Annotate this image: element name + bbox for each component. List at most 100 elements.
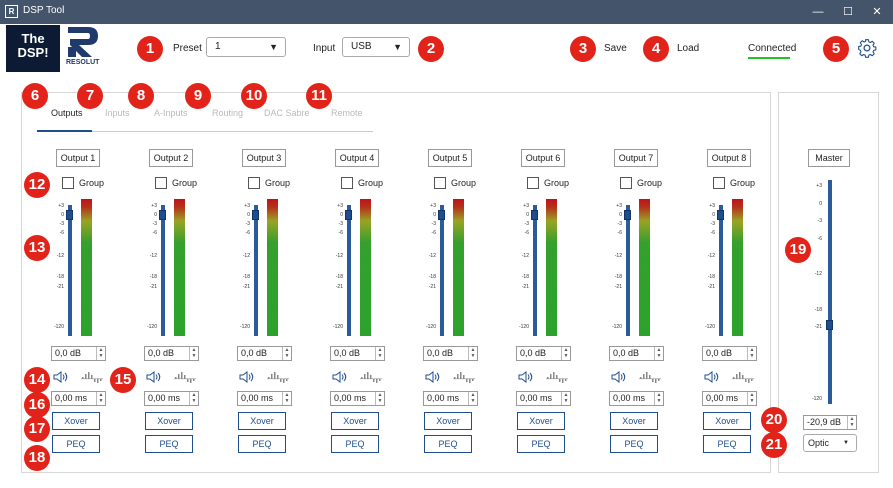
- stepper-arrows-icon[interactable]: ▲ ▼: [561, 392, 570, 405]
- group-checkbox[interactable]: [713, 177, 725, 189]
- output-button[interactable]: Output 6: [521, 149, 565, 167]
- phase-invert-icon[interactable]: [267, 371, 289, 383]
- phase-invert-icon[interactable]: [546, 371, 568, 383]
- stepper-arrows-icon[interactable]: ▲ ▼: [561, 347, 570, 360]
- phase-invert-icon[interactable]: [453, 371, 475, 383]
- stepper-arrows-icon[interactable]: ▲ ▼: [747, 347, 756, 360]
- tab-routing[interactable]: Routing: [212, 108, 243, 118]
- stepper-arrows-icon[interactable]: ▲ ▼: [189, 392, 198, 405]
- group-checkbox[interactable]: [527, 177, 539, 189]
- peq-button[interactable]: PEQ: [52, 435, 100, 453]
- xover-button[interactable]: Xover: [517, 412, 565, 430]
- xover-button[interactable]: Xover: [331, 412, 379, 430]
- phase-invert-icon[interactable]: [732, 371, 754, 383]
- master-fader-handle[interactable]: [826, 320, 833, 330]
- output-button[interactable]: Output 4: [335, 149, 379, 167]
- fader-handle[interactable]: [159, 210, 166, 220]
- gain-field[interactable]: 0,0 dB ▲ ▼: [237, 346, 292, 361]
- gain-field[interactable]: 0,0 dB ▲ ▼: [516, 346, 571, 361]
- xover-button[interactable]: Xover: [424, 412, 472, 430]
- gain-field[interactable]: 0,0 dB ▲ ▼: [330, 346, 385, 361]
- xover-button[interactable]: Xover: [52, 412, 100, 430]
- delay-field[interactable]: 0,00 ms ▲ ▼: [423, 391, 478, 406]
- speaker-mute-icon[interactable]: [146, 370, 162, 384]
- fader-handle[interactable]: [531, 210, 538, 220]
- speaker-mute-icon[interactable]: [518, 370, 534, 384]
- group-checkbox[interactable]: [341, 177, 353, 189]
- peq-button[interactable]: PEQ: [517, 435, 565, 453]
- speaker-mute-icon[interactable]: [704, 370, 720, 384]
- master-fader-track[interactable]: [828, 180, 832, 404]
- gain-field[interactable]: 0,0 dB ▲ ▼: [609, 346, 664, 361]
- output-button[interactable]: Output 2: [149, 149, 193, 167]
- fader-track[interactable]: [626, 205, 630, 336]
- maximize-button[interactable]: ☐: [834, 3, 862, 21]
- group-checkbox[interactable]: [434, 177, 446, 189]
- peq-button[interactable]: PEQ: [145, 435, 193, 453]
- fader-track[interactable]: [68, 205, 72, 336]
- close-button[interactable]: ✕: [863, 3, 891, 21]
- input-select[interactable]: USB ▼: [342, 37, 410, 57]
- master-gain-field[interactable]: -20,9 dB ▲ ▼: [803, 415, 857, 430]
- fader-handle[interactable]: [717, 210, 724, 220]
- stepper-arrows-icon[interactable]: ▲ ▼: [282, 347, 291, 360]
- stepper-arrows-icon[interactable]: ▲ ▼: [654, 392, 663, 405]
- fader-handle[interactable]: [624, 210, 631, 220]
- fader-handle[interactable]: [66, 210, 73, 220]
- speaker-mute-icon[interactable]: [611, 370, 627, 384]
- tab-remote[interactable]: Remote: [331, 108, 363, 118]
- tab-a-inputs[interactable]: A-Inputs: [154, 108, 188, 118]
- xover-button[interactable]: Xover: [238, 412, 286, 430]
- output-button[interactable]: Output 1: [56, 149, 100, 167]
- group-checkbox[interactable]: [155, 177, 167, 189]
- output-button[interactable]: Output 7: [614, 149, 658, 167]
- fader-track[interactable]: [719, 205, 723, 336]
- peq-button[interactable]: PEQ: [238, 435, 286, 453]
- tab-outputs[interactable]: Outputs: [51, 108, 83, 118]
- fader-track[interactable]: [161, 205, 165, 336]
- fader-handle[interactable]: [252, 210, 259, 220]
- peq-button[interactable]: PEQ: [331, 435, 379, 453]
- gear-icon[interactable]: [857, 38, 877, 58]
- stepper-arrows-icon[interactable]: ▲ ▼: [468, 392, 477, 405]
- group-checkbox[interactable]: [62, 177, 74, 189]
- peq-button[interactable]: PEQ: [610, 435, 658, 453]
- peq-button[interactable]: PEQ: [424, 435, 472, 453]
- gain-field[interactable]: 0,0 dB ▲ ▼: [702, 346, 757, 361]
- fader-track[interactable]: [533, 205, 537, 336]
- fader-track[interactable]: [254, 205, 258, 336]
- master-button[interactable]: Master: [808, 149, 850, 167]
- phase-invert-icon[interactable]: [81, 371, 103, 383]
- phase-invert-icon[interactable]: [174, 371, 196, 383]
- stepper-arrows-icon[interactable]: ▲ ▼: [847, 416, 856, 429]
- stepper-arrows-icon[interactable]: ▲ ▼: [468, 347, 477, 360]
- master-source-select[interactable]: Optic ▼: [803, 434, 857, 452]
- output-button[interactable]: Output 5: [428, 149, 472, 167]
- xover-button[interactable]: Xover: [703, 412, 751, 430]
- fader-handle[interactable]: [438, 210, 445, 220]
- xover-button[interactable]: Xover: [610, 412, 658, 430]
- preset-select[interactable]: 1 ▼: [206, 37, 286, 57]
- gain-field[interactable]: 0,0 dB ▲ ▼: [144, 346, 199, 361]
- stepper-arrows-icon[interactable]: ▲ ▼: [654, 347, 663, 360]
- group-checkbox[interactable]: [620, 177, 632, 189]
- speaker-mute-icon[interactable]: [425, 370, 441, 384]
- delay-field[interactable]: 0,00 ms ▲ ▼: [516, 391, 571, 406]
- delay-field[interactable]: 0,00 ms ▲ ▼: [51, 391, 106, 406]
- stepper-arrows-icon[interactable]: ▲ ▼: [375, 347, 384, 360]
- tab-inputs[interactable]: Inputs: [105, 108, 130, 118]
- fader-handle[interactable]: [345, 210, 352, 220]
- peq-button[interactable]: PEQ: [703, 435, 751, 453]
- phase-invert-icon[interactable]: [360, 371, 382, 383]
- stepper-arrows-icon[interactable]: ▲ ▼: [747, 392, 756, 405]
- stepper-arrows-icon[interactable]: ▲ ▼: [96, 347, 105, 360]
- xover-button[interactable]: Xover: [145, 412, 193, 430]
- delay-field[interactable]: 0,00 ms ▲ ▼: [330, 391, 385, 406]
- fader-track[interactable]: [347, 205, 351, 336]
- delay-field[interactable]: 0,00 ms ▲ ▼: [702, 391, 757, 406]
- stepper-arrows-icon[interactable]: ▲ ▼: [282, 392, 291, 405]
- delay-field[interactable]: 0,00 ms ▲ ▼: [144, 391, 199, 406]
- speaker-mute-icon[interactable]: [53, 370, 69, 384]
- delay-field[interactable]: 0,00 ms ▲ ▼: [237, 391, 292, 406]
- stepper-arrows-icon[interactable]: ▲ ▼: [375, 392, 384, 405]
